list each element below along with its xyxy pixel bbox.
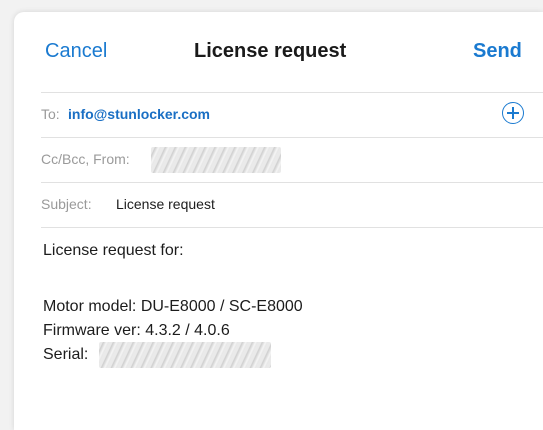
subject-label: Subject: [41, 196, 92, 212]
redacted-serial [99, 342, 271, 368]
cancel-button[interactable]: Cancel [45, 40, 107, 63]
cc-bcc-from-label: Cc/Bcc, From: [41, 151, 130, 167]
body-line-serial: Serial: [43, 346, 89, 363]
cc-bcc-from-field[interactable]: Cc/Bcc, From: [41, 137, 543, 182]
subject-field[interactable]: Subject: License request [41, 182, 543, 227]
message-body[interactable]: License request for: Motor model: DU-E80… [41, 227, 543, 430]
redacted-from-address [151, 147, 281, 173]
to-label: To: [41, 106, 60, 122]
to-recipient[interactable]: info@stunlocker.com [68, 106, 210, 122]
body-line-intro: License request for: [43, 242, 184, 259]
page-title: License request [194, 40, 347, 62]
body-line-motor-model: Motor model: DU-E8000 / SC-E8000 [43, 298, 303, 315]
body-line-firmware: Firmware ver: 4.3.2 / 4.0.6 [43, 322, 230, 339]
screen-background: Cancel License request Send To: info@stu… [0, 0, 543, 430]
to-field[interactable]: To: info@stunlocker.com [41, 92, 543, 137]
send-button[interactable]: Send [473, 40, 522, 63]
subject-value[interactable]: License request [116, 196, 215, 212]
add-recipient-icon[interactable] [502, 102, 524, 124]
compose-sheet: Cancel License request Send To: info@stu… [14, 12, 543, 430]
compose-navbar: Cancel License request Send [14, 12, 543, 92]
